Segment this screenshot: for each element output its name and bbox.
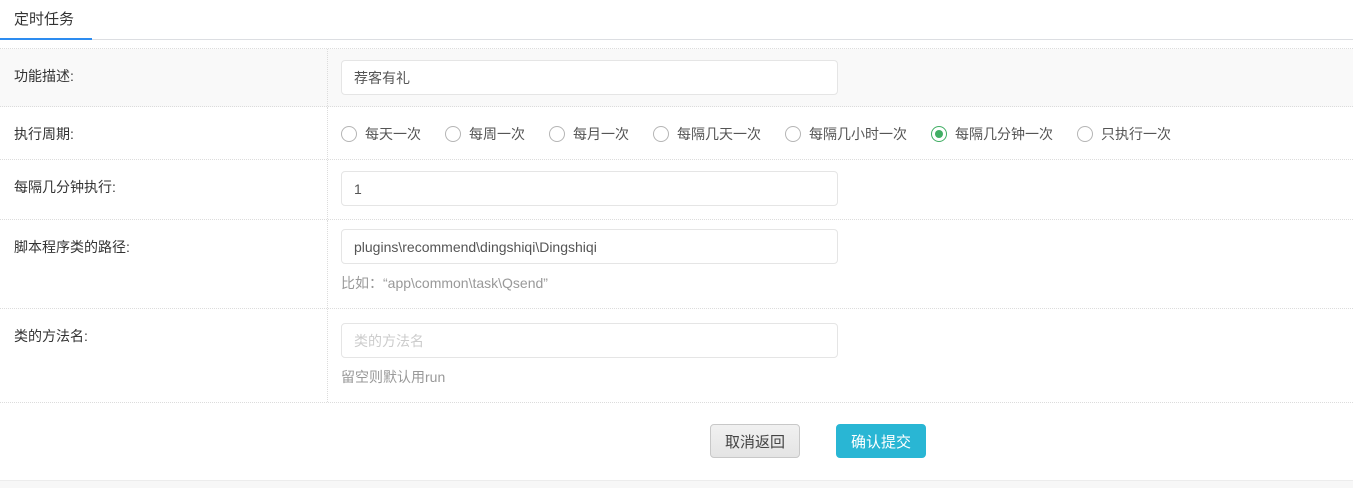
radio-option-every-n-hours[interactable]: 每隔几小时一次: [785, 125, 907, 143]
method-name-hint: 留空则默认用run: [341, 369, 446, 385]
form-row-actions: 取消返回 确认提交: [0, 403, 1353, 480]
radio-icon: [931, 126, 947, 142]
tab-scheduled-task[interactable]: 定时任务: [0, 0, 92, 40]
radio-option-weekly[interactable]: 每周一次: [445, 125, 525, 143]
radio-icon: [653, 126, 669, 142]
field-label-class-path: 脚本程序类的路径:: [0, 220, 328, 308]
form-row-description: 功能描述:: [0, 49, 1353, 107]
scheduled-task-form: 功能描述: 执行周期: 每天一次 每周一次: [0, 48, 1353, 480]
radio-option-label: 每隔几小时一次: [809, 126, 907, 142]
field-label-description: 功能描述:: [0, 49, 328, 106]
radio-option-every-n-days[interactable]: 每隔几天一次: [653, 125, 761, 143]
cycle-radio-group: 每天一次 每周一次 每月一次 每隔几天一次 每隔几小时一次 每隔几分钟一次 只执…: [341, 125, 1353, 143]
form-row-cycle: 执行周期: 每天一次 每周一次 每月一次 每隔几天一次 每隔几小时一次 每隔几分…: [0, 107, 1353, 160]
class-path-hint: 比如：“app\common\task\Qsend”: [341, 275, 548, 291]
field-label-cycle: 执行周期:: [0, 107, 328, 159]
radio-option-monthly[interactable]: 每月一次: [549, 125, 629, 143]
form-row-minutes-interval: 每隔几分钟执行:: [0, 160, 1353, 220]
scheduled-task-page: 定时任务 功能描述: 执行周期: 每天一次 每周: [0, 0, 1353, 488]
form-row-method-name: 类的方法名: 留空则默认用run: [0, 309, 1353, 403]
radio-option-label: 每周一次: [469, 126, 525, 142]
radio-icon: [1077, 126, 1093, 142]
radio-option-label: 只执行一次: [1101, 126, 1171, 142]
cancel-button[interactable]: 取消返回: [710, 424, 801, 458]
description-input[interactable]: [341, 60, 838, 95]
page-bottom-strip: [0, 480, 1353, 488]
method-name-input[interactable]: [341, 323, 838, 358]
form-row-class-path: 脚本程序类的路径: 比如：“app\common\task\Qsend”: [0, 220, 1353, 309]
radio-icon: [445, 126, 461, 142]
radio-icon: [341, 126, 357, 142]
field-label-method-name: 类的方法名:: [0, 309, 328, 402]
radio-option-run-once[interactable]: 只执行一次: [1077, 125, 1171, 143]
radio-icon: [785, 126, 801, 142]
submit-button[interactable]: 确认提交: [836, 424, 927, 458]
radio-option-label: 每月一次: [573, 126, 629, 142]
radio-option-every-n-minutes[interactable]: 每隔几分钟一次: [931, 125, 1053, 143]
class-path-input[interactable]: [341, 229, 838, 264]
field-label-minutes-interval: 每隔几分钟执行:: [0, 160, 328, 219]
radio-icon: [549, 126, 565, 142]
active-tab-underline: [0, 38, 92, 40]
radio-option-daily[interactable]: 每天一次: [341, 125, 421, 143]
minutes-interval-input[interactable]: [341, 171, 838, 206]
radio-option-label: 每隔几分钟一次: [955, 126, 1053, 142]
radio-option-label: 每天一次: [365, 126, 421, 142]
radio-option-label: 每隔几天一次: [677, 126, 761, 142]
tab-bar: 定时任务: [0, 0, 1353, 40]
